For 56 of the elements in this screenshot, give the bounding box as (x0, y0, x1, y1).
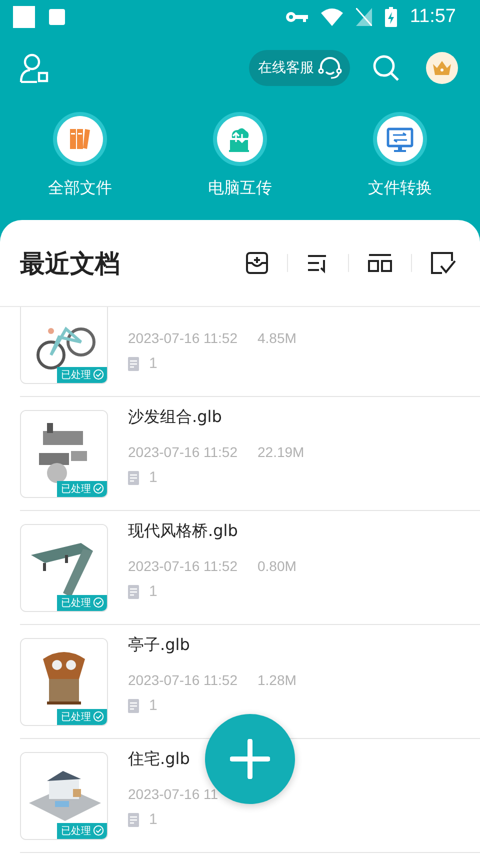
file-date: 2023-07-16 11:52 (128, 672, 238, 688)
file-name[interactable]: 沙发组合.glb (128, 407, 222, 431)
file-date: 2023-07-16 11:52 (128, 330, 238, 346)
file-thumbnail[interactable]: 已处理 (20, 410, 108, 498)
file-date: 2023-07-16 11:52 (128, 444, 238, 460)
document-icon (128, 584, 139, 598)
select-icon[interactable] (430, 251, 456, 275)
battery-icon (384, 7, 397, 27)
processed-badge: 已处理 (57, 708, 107, 724)
document-icon (128, 812, 139, 826)
profile-icon[interactable] (19, 53, 49, 83)
customer-service-button[interactable]: 在线客服 (249, 50, 350, 86)
file-thumbnail[interactable]: 已处理 (20, 752, 108, 840)
binders-icon[interactable] (53, 112, 107, 166)
shortcut-label[interactable]: 电脑互传 (208, 178, 272, 199)
processed-badge: 已处理 (57, 366, 107, 382)
headset-icon (318, 56, 342, 80)
page-count: 1 (149, 697, 158, 714)
shortcut-label[interactable]: 文件转换 (368, 178, 432, 199)
grid-view-icon[interactable] (367, 251, 393, 275)
monitor-icon[interactable] (373, 112, 427, 166)
file-date: 2023-07-16 11:52 (128, 558, 238, 574)
notification-icon (49, 9, 65, 25)
processed-badge: 已处理 (57, 480, 107, 496)
plus-icon (230, 739, 270, 779)
file-thumbnail[interactable]: 已处理 (20, 524, 108, 612)
section-title: 最近文档 (20, 248, 121, 280)
document-icon (128, 698, 139, 712)
inbox-add-icon[interactable] (245, 251, 269, 275)
page-count: 1 (149, 355, 158, 372)
processed-badge: 已处理 (57, 822, 107, 838)
key-icon (286, 10, 308, 24)
page-count: 1 (149, 469, 158, 486)
cloud-upload-icon[interactable] (213, 112, 267, 166)
file-name[interactable]: 亭子.glb (128, 635, 190, 659)
processed-badge: 已处理 (57, 594, 107, 610)
signal-icon (356, 8, 372, 26)
file-size: 1.28M (258, 672, 296, 688)
file-thumbnail[interactable]: 已处理 (20, 638, 108, 726)
page-count: 1 (149, 811, 158, 828)
shortcut-label[interactable]: 全部文件 (48, 178, 112, 199)
file-name[interactable]: 住宅.glb (128, 749, 190, 773)
wifi-icon (320, 8, 343, 26)
document-icon (128, 470, 139, 484)
file-name[interactable]: 现代风格桥.glb (128, 521, 238, 545)
file-size: 0.80M (258, 558, 296, 574)
file-size: 4.85M (258, 330, 296, 346)
file-size: 22.19M (258, 444, 304, 460)
crown-icon[interactable] (426, 52, 458, 84)
file-date: 2023-07-16 11 (128, 786, 218, 802)
notification-icon (13, 6, 35, 28)
search-icon[interactable] (372, 54, 400, 82)
file-thumbnail[interactable]: 已处理 (20, 307, 108, 384)
clock-time: 11:57 (410, 6, 456, 28)
document-icon (128, 356, 139, 370)
page-count: 1 (149, 583, 158, 600)
